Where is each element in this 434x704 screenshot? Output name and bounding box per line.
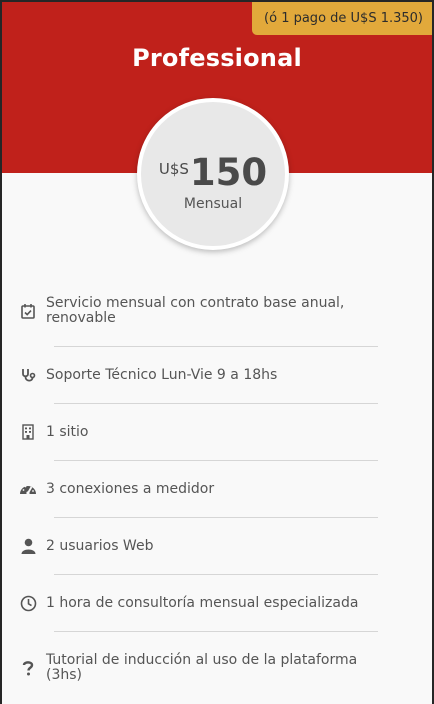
clock-icon <box>18 593 38 613</box>
user-icon <box>18 536 38 556</box>
feature-item-tutorial: Tutorial de inducción al uso de la plata… <box>18 653 388 683</box>
feature-text: Servicio mensual con contrato base anual… <box>46 295 345 326</box>
feature-item-users: 2 usuarios Web <box>18 536 388 556</box>
price: U$S150 <box>141 154 285 191</box>
stethoscope-icon <box>18 365 38 385</box>
price-period: Mensual <box>183 196 243 212</box>
feature-text: 2 usuarios Web <box>46 537 154 554</box>
feature-divider <box>54 631 378 632</box>
price-circle: U$S150 Mensual <box>137 98 289 250</box>
feature-text: 3 conexiones a medidor <box>46 480 215 497</box>
feature-divider <box>54 403 378 404</box>
feature-item-site: 1 sitio <box>18 422 388 442</box>
price-currency: U$S <box>158 160 189 178</box>
question-icon <box>18 658 38 678</box>
feature-item-support: Soporte Técnico Lun-Vie 9 a 18hs <box>18 365 388 385</box>
feature-text: 1 hora de consultoría mensual especializ… <box>46 594 359 611</box>
gauge-icon <box>18 479 38 499</box>
feature-item-meters: 3 conexiones a medidor <box>18 479 388 499</box>
feature-divider <box>54 574 378 575</box>
building-icon <box>18 422 38 442</box>
feature-divider <box>54 517 378 518</box>
feature-divider <box>54 346 378 347</box>
pricing-card: (ó 1 pago de U$S 1.350) Professional U$S… <box>2 2 432 704</box>
feature-text: Soporte Técnico Lun-Vie 9 a 18hs <box>46 366 278 383</box>
calendar-check-icon <box>18 301 38 321</box>
feature-item-consulting: 1 hora de consultoría mensual especializ… <box>18 593 388 613</box>
price-amount: 150 <box>189 151 268 194</box>
feature-text: Tutorial de inducción al uso de la plata… <box>46 652 358 683</box>
feature-divider <box>54 460 378 461</box>
feature-text: 1 sitio <box>46 423 89 440</box>
annual-payment-badge: (ó 1 pago de U$S 1.350) <box>252 2 432 35</box>
feature-item-contract: Servicio mensual con contrato base anual… <box>18 296 388 326</box>
plan-title: Professional <box>132 44 302 72</box>
